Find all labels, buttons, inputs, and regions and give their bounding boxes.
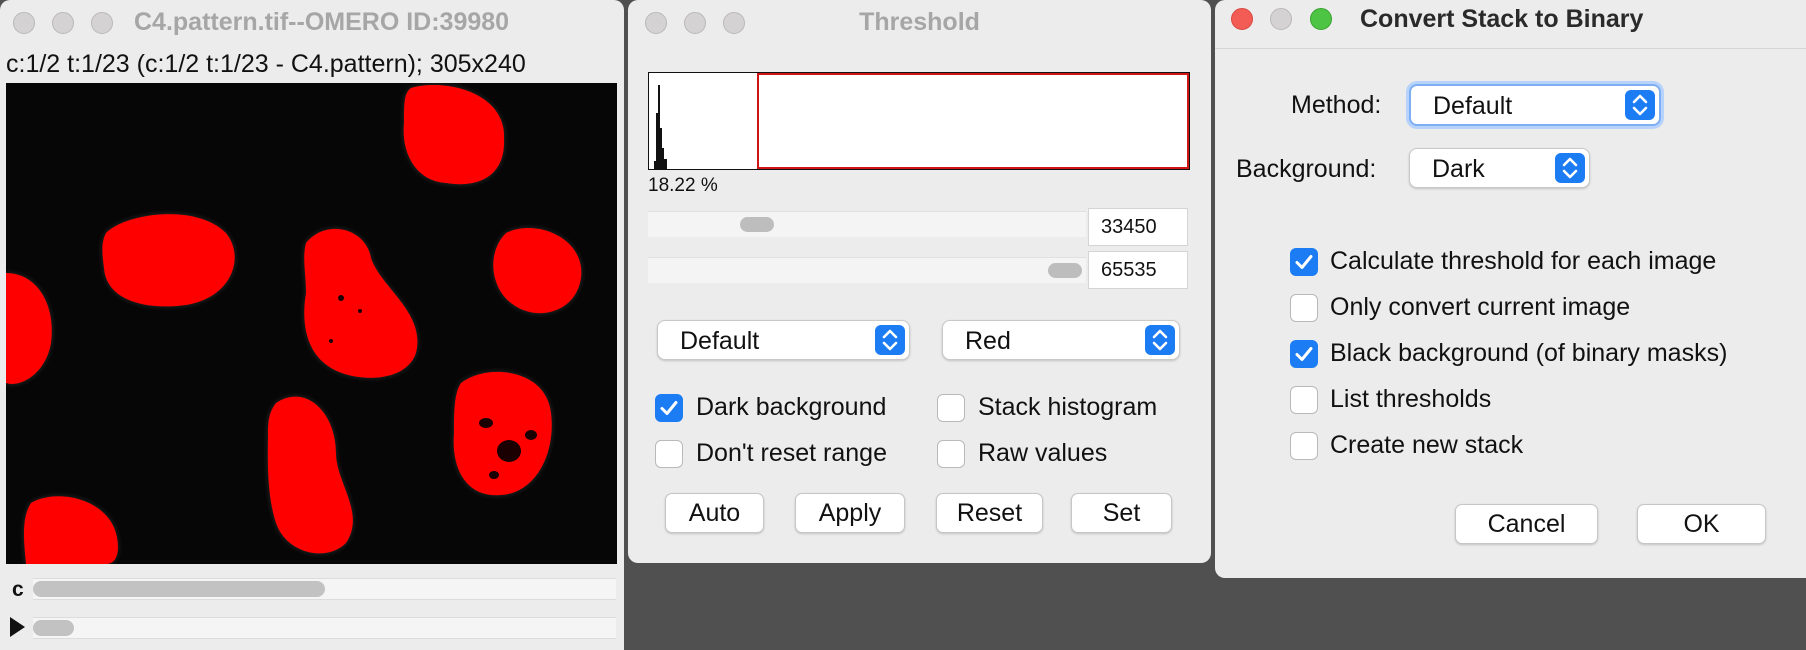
dont-reset-range-label: Don't reset range	[696, 439, 887, 467]
stack-histogram-label: Stack histogram	[978, 393, 1158, 421]
convert-dialog-titlebar[interactable]: Convert Stack to Binary	[1215, 0, 1806, 46]
calculate-threshold-each-image-checkbox[interactable]	[1290, 248, 1318, 276]
dont-reset-range-checkbox[interactable]	[655, 440, 683, 468]
time-slider[interactable]	[33, 617, 616, 639]
threshold-method-select[interactable]: Default	[657, 320, 910, 360]
only-convert-current-image-label: Only convert current image	[1330, 293, 1631, 321]
image-info-line: c:1/2 t:1/23 (c:1/2 t:1/23 - C4.pattern)…	[6, 50, 526, 78]
channel-slider[interactable]	[33, 578, 616, 600]
ok-button[interactable]: OK	[1637, 504, 1766, 544]
dark-background-checkbox[interactable]	[655, 394, 683, 422]
checkmark-icon	[1295, 255, 1313, 269]
title-divider	[1215, 48, 1806, 49]
reset-button[interactable]: Reset	[936, 493, 1043, 533]
max-threshold-value[interactable]: 65535	[1088, 251, 1188, 289]
chevron-up-down-icon	[875, 325, 905, 355]
black-background-binary-masks-label: Black background (of binary masks)	[1330, 339, 1728, 367]
chevron-up-down-icon	[1625, 90, 1655, 120]
checkmark-icon	[660, 401, 678, 415]
threshold-method-value: Default	[680, 327, 760, 355]
convert-dialog-title: Convert Stack to Binary	[1360, 5, 1644, 33]
stack-histogram-checkbox[interactable]	[937, 394, 965, 422]
max-threshold-slider-thumb[interactable]	[1048, 263, 1082, 278]
set-button[interactable]: Set	[1071, 493, 1172, 533]
list-thresholds-label: List thresholds	[1330, 385, 1492, 413]
threshold-window-titlebar[interactable]: Threshold	[628, 0, 1211, 46]
list-thresholds-checkbox[interactable]	[1290, 386, 1318, 414]
histogram	[648, 72, 1190, 170]
apply-button[interactable]: Apply	[795, 493, 905, 533]
threshold-display-select[interactable]: Red	[942, 320, 1180, 360]
checkmark-icon	[1295, 347, 1313, 361]
method-select[interactable]: Default	[1409, 84, 1661, 126]
zoom-window-icon[interactable]	[1310, 8, 1332, 30]
min-threshold-slider-thumb[interactable]	[740, 217, 774, 232]
minimize-window-icon[interactable]	[52, 12, 74, 34]
min-threshold-value[interactable]: 33450	[1088, 208, 1188, 246]
chevron-up-down-icon	[1145, 325, 1175, 355]
min-threshold-slider[interactable]	[648, 211, 1086, 237]
channel-slider-label: c	[12, 578, 24, 601]
image-window: C4.pattern.tif--OMERO ID:39980 c:1/2 t:1…	[0, 0, 624, 650]
raw-values-label: Raw values	[978, 439, 1108, 467]
create-new-stack-label: Create new stack	[1330, 431, 1524, 459]
method-label: Method:	[1291, 91, 1382, 119]
play-animation-icon[interactable]	[10, 617, 25, 637]
close-window-icon[interactable]	[13, 12, 35, 34]
calculate-threshold-each-image-label: Calculate threshold for each image	[1330, 247, 1717, 275]
threshold-percent: 18.22 %	[648, 175, 718, 196]
threshold-display-value: Red	[965, 327, 1011, 355]
create-new-stack-checkbox[interactable]	[1290, 432, 1318, 460]
black-background-binary-masks-checkbox[interactable]	[1290, 340, 1318, 368]
close-window-icon[interactable]	[1231, 8, 1253, 30]
cancel-button[interactable]: Cancel	[1455, 504, 1598, 544]
channel-slider-thumb[interactable]	[33, 581, 325, 597]
image-window-title: C4.pattern.tif--OMERO ID:39980	[134, 8, 510, 36]
threshold-window-title: Threshold	[859, 8, 980, 36]
minimize-window-icon[interactable]	[1270, 8, 1292, 30]
raw-values-checkbox[interactable]	[937, 440, 965, 468]
threshold-window: Threshold 18.22 % 33450 65535 Default Re…	[628, 0, 1211, 563]
background-label: Background:	[1236, 155, 1377, 183]
auto-button[interactable]: Auto	[665, 493, 764, 533]
method-value: Default	[1433, 92, 1513, 120]
histogram-plot	[654, 85, 667, 169]
time-slider-thumb[interactable]	[33, 620, 74, 636]
thresholded-nuclei-image	[6, 83, 617, 564]
chevron-up-down-icon	[1555, 153, 1585, 183]
background-value: Dark	[1432, 155, 1485, 183]
dark-background-label: Dark background	[696, 393, 887, 421]
background-select[interactable]: Dark	[1409, 148, 1590, 188]
image-canvas[interactable]	[6, 83, 617, 564]
zoom-window-icon[interactable]	[91, 12, 113, 34]
convert-stack-dialog: Convert Stack to Binary Method: Default …	[1215, 0, 1806, 578]
only-convert-current-image-checkbox[interactable]	[1290, 294, 1318, 322]
max-threshold-slider[interactable]	[648, 257, 1086, 283]
threshold-selection-range	[757, 73, 1189, 169]
image-window-titlebar[interactable]: C4.pattern.tif--OMERO ID:39980	[0, 0, 624, 46]
